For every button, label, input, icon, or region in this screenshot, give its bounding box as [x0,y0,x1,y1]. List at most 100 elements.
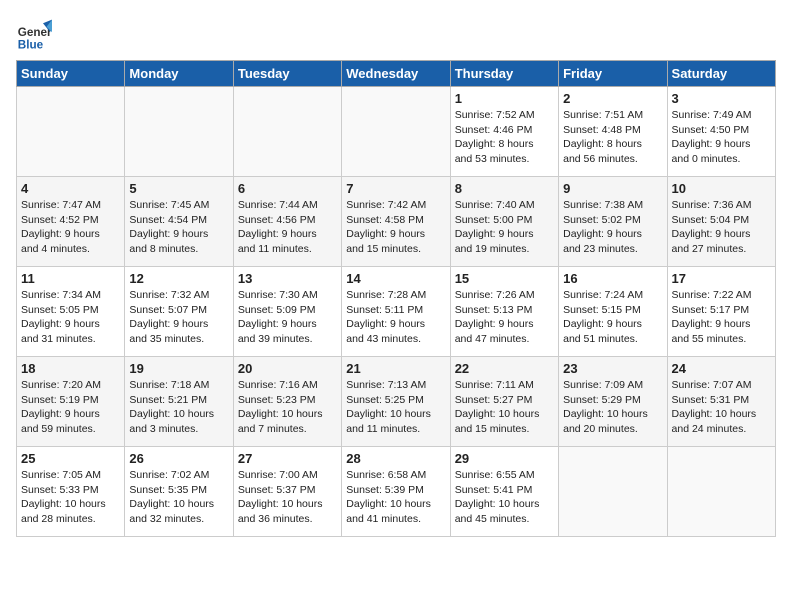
day-info: Sunset: 5:29 PM [563,393,662,408]
day-info: Sunrise: 7:44 AM [238,198,337,213]
calendar-cell: 26Sunrise: 7:02 AMSunset: 5:35 PMDayligh… [125,447,233,537]
day-info: Sunrise: 7:24 AM [563,288,662,303]
day-info: Sunrise: 6:55 AM [455,468,554,483]
weekday-header: Saturday [667,61,775,87]
day-info: Daylight: 9 hours [672,227,771,242]
day-info: Sunrise: 7:38 AM [563,198,662,213]
day-number: 23 [563,361,662,376]
day-info: Daylight: 10 hours [238,497,337,512]
day-info: Sunset: 5:05 PM [21,303,120,318]
weekday-header: Sunday [17,61,125,87]
day-info: Sunset: 5:27 PM [455,393,554,408]
day-info: and 47 minutes. [455,332,554,347]
calendar-cell: 18 Sunrise: 7:20 AMSunset: 5:19 PMDayligh… [17,357,125,447]
day-number: 1 [455,91,554,106]
day-number: 24 [672,361,771,376]
day-info: Sunrise: 6:58 AM [346,468,445,483]
logo: General Blue [16,16,56,52]
day-info: Sunrise: 7:05 AM [21,468,120,483]
day-info: Sunrise: 7:02 AM [129,468,228,483]
day-info: and 27 minutes. [672,242,771,257]
calendar-cell: 12Sunrise: 7:32 AMSunset: 5:07 PMDayligh… [125,267,233,357]
day-info: Sunset: 5:23 PM [238,393,337,408]
day-number: 9 [563,181,662,196]
calendar-cell: 14Sunrise: 7:28 AMSunset: 5:11 PMDayligh… [342,267,450,357]
day-info: Sunrise: 7:26 AM [455,288,554,303]
day-info: Sunset: 5:35 PM [129,483,228,498]
day-info: Daylight: 9 hours [21,407,120,422]
calendar-cell: 3Sunrise: 7:49 AMSunset: 4:50 PMDaylight… [667,87,775,177]
day-info: Daylight: 9 hours [455,227,554,242]
day-info: and 45 minutes. [455,512,554,527]
day-info: Sunrise: 7:45 AM [129,198,228,213]
day-number: 12 [129,271,228,286]
day-info: Sunset: 5:07 PM [129,303,228,318]
calendar-cell: 22Sunrise: 7:11 AMSunset: 5:27 PMDayligh… [450,357,558,447]
day-info: Sunset: 5:25 PM [346,393,445,408]
day-info: Daylight: 9 hours [563,317,662,332]
day-info: Sunrise: 7:51 AM [563,108,662,123]
day-number: 14 [346,271,445,286]
day-info: and 56 minutes. [563,152,662,167]
day-info: Sunrise: 7:36 AM [672,198,771,213]
calendar-cell: 24 Sunrise: 7:07 AMSunset: 5:31 PMDayligh… [667,357,775,447]
calendar-cell: 10Sunrise: 7:36 AMSunset: 5:04 PMDayligh… [667,177,775,267]
day-info: Sunset: 5:19 PM [21,393,120,408]
day-info: and 43 minutes. [346,332,445,347]
weekday-header: Friday [559,61,667,87]
calendar-cell: 29Sunrise: 6:55 AMSunset: 5:41 PMDayligh… [450,447,558,537]
day-info: and 15 minutes. [346,242,445,257]
calendar-cell [17,87,125,177]
day-number: 3 [672,91,771,106]
day-info: Sunset: 5:21 PM [129,393,228,408]
calendar-cell: 11Sunrise: 7:34 AMSunset: 5:05 PMDayligh… [17,267,125,357]
day-number: 21 [346,361,445,376]
calendar-cell: 15Sunrise: 7:26 AMSunset: 5:13 PMDayligh… [450,267,558,357]
day-number: 18 [21,361,120,376]
day-number: 22 [455,361,554,376]
calendar-cell: 13Sunrise: 7:30 AMSunset: 5:09 PMDayligh… [233,267,341,357]
day-number: 7 [346,181,445,196]
day-info: Sunset: 5:31 PM [672,393,771,408]
day-info: and 0 minutes. [672,152,771,167]
day-info: Sunrise: 7:34 AM [21,288,120,303]
day-info: Daylight: 10 hours [346,407,445,422]
day-info: and 4 minutes. [21,242,120,257]
calendar-cell: 23Sunrise: 7:09 AMSunset: 5:29 PMDayligh… [559,357,667,447]
day-info: Sunrise: 7:00 AM [238,468,337,483]
day-number: 26 [129,451,228,466]
day-info: Sunrise: 7:18 AM [129,378,228,393]
day-info: Daylight: 8 hours [563,137,662,152]
day-info: Sunset: 4:52 PM [21,213,120,228]
day-info: Sunset: 4:58 PM [346,213,445,228]
day-info: and 3 minutes. [129,422,228,437]
day-info: Sunset: 5:09 PM [238,303,337,318]
day-info: and 53 minutes. [455,152,554,167]
day-info: Sunrise: 7:22 AM [672,288,771,303]
day-number: 25 [21,451,120,466]
day-number: 2 [563,91,662,106]
weekday-header: Monday [125,61,233,87]
day-info: Daylight: 10 hours [129,407,228,422]
day-info: Sunrise: 7:16 AM [238,378,337,393]
day-info: Sunrise: 7:20 AM [21,378,120,393]
day-info: Sunrise: 7:07 AM [672,378,771,393]
day-info: Daylight: 9 hours [21,317,120,332]
day-info: and 41 minutes. [346,512,445,527]
svg-text:Blue: Blue [18,38,44,51]
day-info: and 51 minutes. [563,332,662,347]
day-info: Sunset: 5:00 PM [455,213,554,228]
day-info: Daylight: 10 hours [21,497,120,512]
day-info: and 39 minutes. [238,332,337,347]
day-number: 4 [21,181,120,196]
calendar-cell: 5Sunrise: 7:45 AMSunset: 4:54 PMDaylight… [125,177,233,267]
day-info: Sunrise: 7:40 AM [455,198,554,213]
day-number: 15 [455,271,554,286]
calendar-cell [559,447,667,537]
day-info: Daylight: 9 hours [238,227,337,242]
day-info: Daylight: 10 hours [672,407,771,422]
day-number: 20 [238,361,337,376]
day-info: and 19 minutes. [455,242,554,257]
calendar-cell: 1Sunrise: 7:52 AMSunset: 4:46 PMDaylight… [450,87,558,177]
day-info: Daylight: 10 hours [346,497,445,512]
